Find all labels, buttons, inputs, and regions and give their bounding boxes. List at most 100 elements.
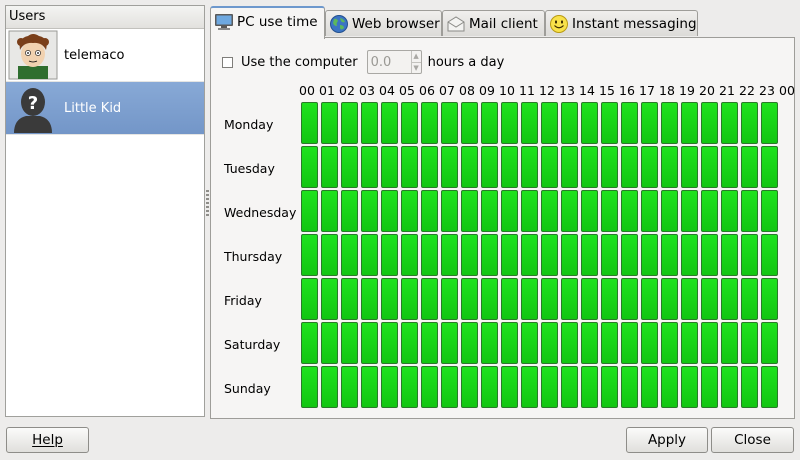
hour-slot-cell[interactable] [501,234,518,276]
hour-slot-cell[interactable] [501,322,518,364]
hour-slot-cell[interactable] [321,146,338,188]
hour-slot-cell[interactable] [321,322,338,364]
hour-slot-cell[interactable] [481,190,498,232]
users-column-header[interactable]: Users [6,6,204,29]
hour-slot-cell[interactable] [361,366,378,408]
hour-slot-cell[interactable] [381,102,398,144]
hour-slot-cell[interactable] [541,366,558,408]
hour-slot-cell[interactable] [701,190,718,232]
hour-slot-cell[interactable] [721,234,738,276]
hour-slot-cell[interactable] [461,234,478,276]
hour-slot-cell[interactable] [761,146,778,188]
hour-slot-cell[interactable] [641,278,658,320]
hour-slot-cell[interactable] [701,234,718,276]
hour-slot-cell[interactable] [561,366,578,408]
hour-slot-cell[interactable] [621,234,638,276]
hour-slot-cell[interactable] [741,322,758,364]
hour-slot-cell[interactable] [381,322,398,364]
hour-slot-cell[interactable] [401,190,418,232]
hour-slot-cell[interactable] [741,146,758,188]
hour-slot-cell[interactable] [521,190,538,232]
hour-slot-cell[interactable] [681,322,698,364]
hour-slot-cell[interactable] [361,102,378,144]
hour-slot-cell[interactable] [341,366,358,408]
hour-slot-cell[interactable] [301,366,318,408]
hour-slot-cell[interactable] [621,190,638,232]
hour-slot-cell[interactable] [421,190,438,232]
hour-slot-cell[interactable] [481,102,498,144]
hour-slot-cell[interactable] [601,146,618,188]
hour-slot-cell[interactable] [401,322,418,364]
hour-slot-cell[interactable] [461,190,478,232]
hour-slot-cell[interactable] [721,190,738,232]
hour-slot-cell[interactable] [401,278,418,320]
hour-slot-cell[interactable] [661,102,678,144]
hour-slot-cell[interactable] [561,146,578,188]
hour-slot-cell[interactable] [481,234,498,276]
hour-slot-cell[interactable] [401,146,418,188]
hour-slot-cell[interactable] [561,234,578,276]
pane-splitter-handle[interactable] [206,190,209,216]
hour-slot-cell[interactable] [301,322,318,364]
hour-slot-cell[interactable] [621,366,638,408]
hour-slot-cell[interactable] [301,190,318,232]
hour-slot-cell[interactable] [701,146,718,188]
hour-slot-cell[interactable] [641,190,658,232]
hour-slot-cell[interactable] [701,366,718,408]
hour-slot-cell[interactable] [621,102,638,144]
hour-slot-cell[interactable] [341,234,358,276]
hour-slot-cell[interactable] [521,278,538,320]
user-row-little-kid[interactable]: ? Little Kid [6,82,204,135]
tab-instant-messaging[interactable]: Instant messaging [545,10,698,36]
hour-slot-cell[interactable] [341,146,358,188]
hour-slot-cell[interactable] [361,234,378,276]
hour-slot-cell[interactable] [581,190,598,232]
hour-slot-cell[interactable] [621,146,638,188]
hour-slot-cell[interactable] [521,146,538,188]
hour-slot-cell[interactable] [641,366,658,408]
hour-slot-cell[interactable] [541,278,558,320]
hour-slot-cell[interactable] [601,366,618,408]
close-button[interactable]: Close [711,427,794,453]
hour-slot-cell[interactable] [301,278,318,320]
hour-slot-cell[interactable] [441,278,458,320]
hour-slot-cell[interactable] [321,234,338,276]
hour-slot-cell[interactable] [541,146,558,188]
hour-slot-cell[interactable] [421,278,438,320]
tab-pc-use-time[interactable]: PC use time [210,6,325,39]
hour-slot-cell[interactable] [321,278,338,320]
hour-slot-cell[interactable] [401,102,418,144]
hour-slot-cell[interactable] [661,322,678,364]
hour-slot-cell[interactable] [381,234,398,276]
hour-slot-cell[interactable] [521,102,538,144]
hour-slot-cell[interactable] [601,102,618,144]
hour-slot-cell[interactable] [361,146,378,188]
help-button[interactable]: Help [6,427,89,453]
hour-slot-cell[interactable] [601,234,618,276]
hour-slot-cell[interactable] [321,190,338,232]
hour-slot-cell[interactable] [761,322,778,364]
hour-slot-cell[interactable] [561,102,578,144]
hour-slot-cell[interactable] [501,278,518,320]
hour-slot-cell[interactable] [481,322,498,364]
hour-slot-cell[interactable] [361,322,378,364]
hour-slot-cell[interactable] [581,278,598,320]
hour-slot-cell[interactable] [681,366,698,408]
hour-slot-cell[interactable] [601,190,618,232]
hour-slot-cell[interactable] [641,322,658,364]
hour-slot-cell[interactable] [661,234,678,276]
hour-slot-cell[interactable] [601,322,618,364]
hour-slot-cell[interactable] [561,278,578,320]
hour-slot-cell[interactable] [421,322,438,364]
hour-slot-cell[interactable] [421,234,438,276]
hour-slot-cell[interactable] [401,366,418,408]
hour-slot-cell[interactable] [561,190,578,232]
hour-slot-cell[interactable] [381,366,398,408]
spin-down-icon[interactable]: ▼ [411,61,421,74]
hour-slot-cell[interactable] [741,234,758,276]
hour-slot-cell[interactable] [661,278,678,320]
hour-slot-cell[interactable] [741,366,758,408]
hour-slot-cell[interactable] [341,322,358,364]
hour-slot-cell[interactable] [521,234,538,276]
hour-slot-cell[interactable] [321,102,338,144]
